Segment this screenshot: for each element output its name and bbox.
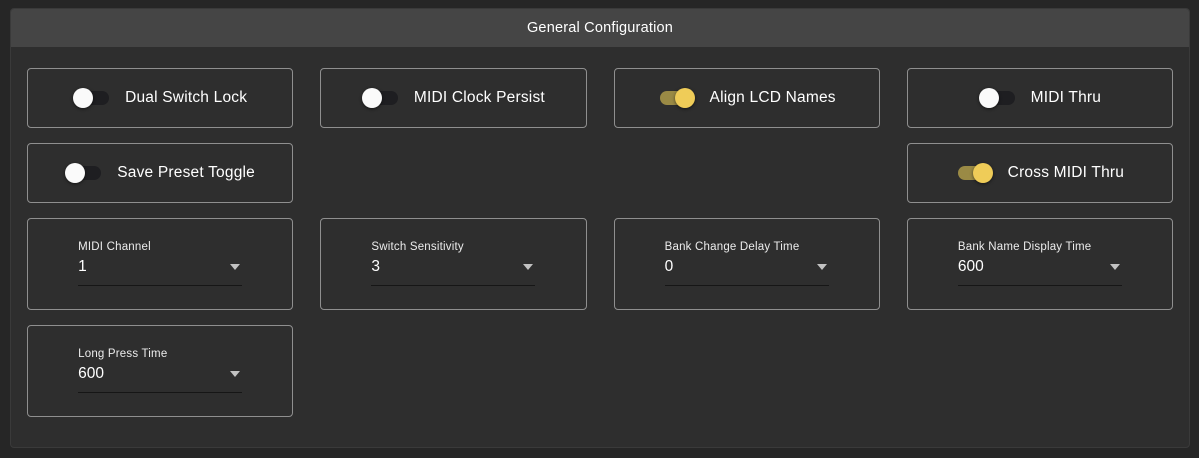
- select-value: 1: [78, 258, 87, 276]
- select-label: Bank Name Display Time: [958, 241, 1122, 253]
- card-bank-name-display-time: Bank Name Display Time 600: [907, 218, 1173, 310]
- card-switch-sensitivity: Switch Sensitivity 3: [320, 218, 586, 310]
- switch-sensitivity-select[interactable]: 3: [371, 258, 535, 286]
- midi-clock-persist-toggle[interactable]: [362, 88, 399, 108]
- cross-midi-thru-toggle[interactable]: [956, 163, 993, 183]
- select-value: 3: [371, 258, 380, 276]
- card-midi-clock-persist: MIDI Clock Persist: [320, 68, 586, 128]
- toggle-label: Cross MIDI Thru: [1008, 164, 1124, 182]
- panel-header: General Configuration: [11, 9, 1189, 47]
- select-value: 0: [665, 258, 674, 276]
- bank-change-delay-time-select[interactable]: 0: [665, 258, 829, 286]
- toggle-knob: [65, 163, 85, 183]
- chevron-down-icon: [523, 264, 533, 270]
- select-label: Switch Sensitivity: [371, 241, 535, 253]
- align-lcd-names-toggle[interactable]: [658, 88, 695, 108]
- toggle-label: MIDI Clock Persist: [414, 89, 545, 107]
- chevron-down-icon: [1110, 264, 1120, 270]
- card-align-lcd-names: Align LCD Names: [614, 68, 880, 128]
- toggle-knob: [973, 163, 993, 183]
- card-dual-switch-lock: Dual Switch Lock: [27, 68, 293, 128]
- general-configuration-panel: General Configuration Dual Switch Lock M…: [10, 8, 1190, 448]
- chevron-down-icon: [817, 264, 827, 270]
- select-label: Long Press Time: [78, 348, 242, 360]
- midi-thru-toggle[interactable]: [979, 88, 1016, 108]
- toggle-knob: [675, 88, 695, 108]
- toggle-knob: [73, 88, 93, 108]
- card-midi-thru: MIDI Thru: [907, 68, 1173, 128]
- card-bank-change-delay-time: Bank Change Delay Time 0: [614, 218, 880, 310]
- toggle-label: Align LCD Names: [710, 89, 836, 107]
- select-value: 600: [958, 258, 984, 276]
- toggle-knob: [362, 88, 382, 108]
- card-midi-channel: MIDI Channel 1: [27, 218, 293, 310]
- select-label: MIDI Channel: [78, 241, 242, 253]
- panel-body: Dual Switch Lock MIDI Clock Persist Alig…: [11, 47, 1189, 441]
- card-save-preset-toggle: Save Preset Toggle: [27, 143, 293, 203]
- dual-switch-lock-toggle[interactable]: [73, 88, 110, 108]
- panel-title: General Configuration: [527, 20, 673, 36]
- select-label: Bank Change Delay Time: [665, 241, 829, 253]
- long-press-time-select[interactable]: 600: [78, 365, 242, 393]
- bank-name-display-time-select[interactable]: 600: [958, 258, 1122, 286]
- save-preset-toggle[interactable]: [65, 163, 102, 183]
- card-long-press-time: Long Press Time 600: [27, 325, 293, 417]
- toggle-label: Save Preset Toggle: [117, 164, 255, 182]
- chevron-down-icon: [230, 371, 240, 377]
- card-cross-midi-thru: Cross MIDI Thru: [907, 143, 1173, 203]
- toggle-label: Dual Switch Lock: [125, 89, 247, 107]
- midi-channel-select[interactable]: 1: [78, 258, 242, 286]
- select-value: 600: [78, 365, 104, 383]
- toggle-label: MIDI Thru: [1031, 89, 1101, 107]
- chevron-down-icon: [230, 264, 240, 270]
- toggle-knob: [979, 88, 999, 108]
